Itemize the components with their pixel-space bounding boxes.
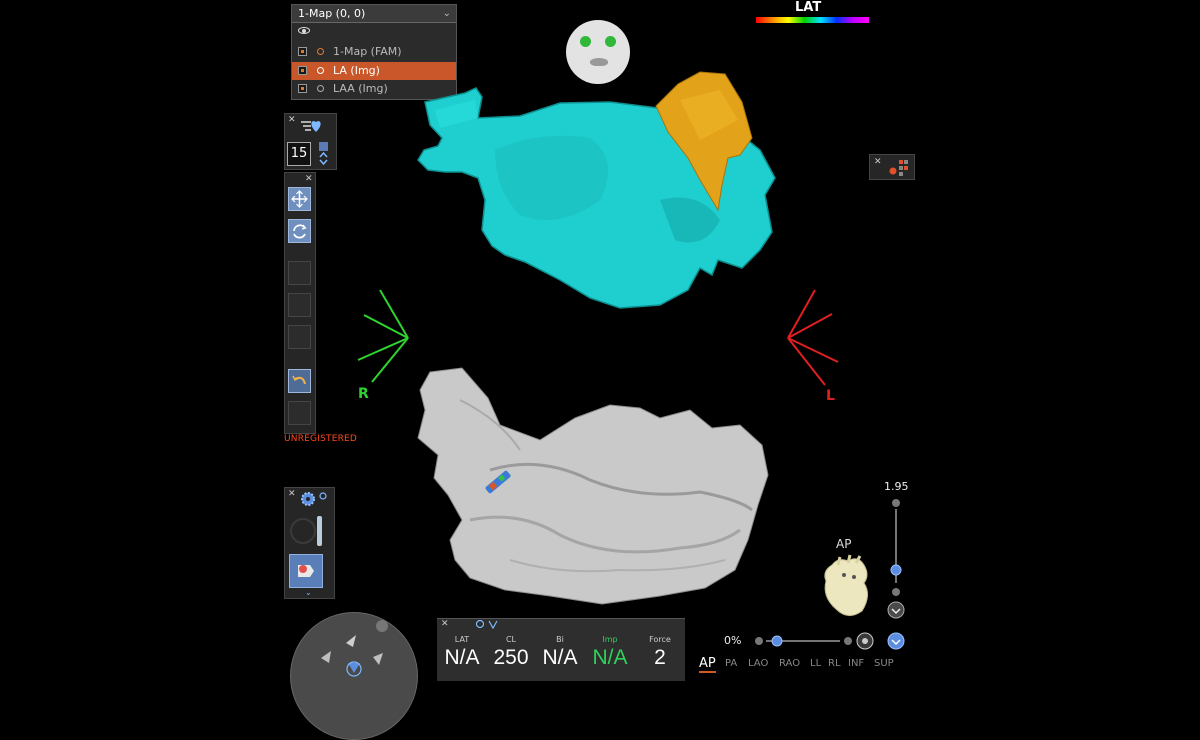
readout-bi: Bi N/A (535, 635, 585, 670)
tool-button-disabled[interactable] (288, 401, 311, 425)
readout-value: N/A (444, 646, 480, 669)
heart-filter-icon[interactable] (299, 118, 325, 136)
readout-force: Force 2 (635, 635, 685, 670)
zoom-slider[interactable] (886, 495, 908, 625)
close-icon[interactable]: ✕ (305, 174, 313, 184)
readout-label: LAT (454, 635, 470, 644)
move-icon (291, 190, 308, 208)
zoom-out-icon (892, 588, 900, 596)
view-tab-rl[interactable]: RL (828, 658, 841, 669)
readout-imp: Imp N/A (585, 635, 635, 670)
readout-value: 2 (654, 646, 666, 669)
undo-tool-button[interactable] (288, 369, 311, 393)
zoom-value: 1.95 (884, 480, 909, 493)
navigation-tools-panel: ✕ (284, 172, 316, 434)
grid-points-icon[interactable] (888, 157, 910, 177)
readout-value: 250 (493, 646, 529, 669)
view-tab-lao[interactable]: LAO (748, 658, 768, 669)
point-size-input[interactable]: 15 (287, 142, 311, 166)
zoom-percent: 0% (724, 634, 742, 647)
heart-orientation-icon[interactable] (818, 553, 878, 623)
readout-options-icon[interactable] (475, 619, 501, 631)
left-side-label: L (826, 388, 835, 404)
left-orientation-arrow (787, 289, 839, 386)
zoom-in-icon (892, 499, 900, 507)
rotate-icon (293, 224, 307, 239)
tool-button-disabled[interactable] (288, 261, 311, 285)
tool-button-disabled[interactable] (288, 325, 311, 349)
registration-status: UNREGISTERED (284, 434, 358, 444)
close-icon[interactable]: ✕ (441, 619, 449, 629)
pan-tool-button[interactable] (288, 187, 311, 211)
readout-value: N/A (592, 646, 628, 669)
settings-panel: ✕ ⌄ (284, 487, 335, 599)
view-tab-ap[interactable]: AP (699, 656, 716, 673)
current-view-label: AP (836, 537, 852, 551)
tag-points-button[interactable] (289, 554, 323, 588)
layout-panel: ✕ (869, 154, 915, 180)
close-icon[interactable]: ✕ (288, 489, 296, 499)
readout-label: Imp (602, 635, 618, 644)
navigation-wheel[interactable] (290, 612, 418, 740)
wheel-controls-icon (321, 620, 388, 677)
settings-slider[interactable] (317, 516, 322, 546)
horizontal-zoom-slider[interactable] (752, 630, 912, 654)
tag-icon (298, 565, 314, 577)
gear-icon[interactable] (299, 490, 329, 508)
undo-icon (292, 375, 306, 385)
readout-cl: CL 250 (486, 635, 536, 670)
record-icon[interactable] (290, 518, 316, 544)
readout-label: Force (649, 635, 671, 644)
zoom-slider-thumb (890, 564, 902, 576)
stepper-arrows-icon[interactable] (318, 142, 330, 166)
tool-button-disabled[interactable] (288, 293, 311, 317)
readout-lat: LAT N/A (437, 635, 487, 670)
view-tab-ll[interactable]: LL (810, 658, 821, 669)
readout-label: CL (505, 635, 517, 644)
catheter-readout-panel: ✕ LAT N/A CL 250 Bi N/A Imp N/A Force 2 (437, 618, 685, 681)
readout-label: Bi (556, 635, 564, 644)
display-settings-panel: ✕ 15 (284, 113, 337, 170)
view-tab-sup[interactable]: SUP (874, 658, 894, 669)
rotate-tool-button[interactable] (288, 219, 311, 243)
right-orientation-arrow (357, 289, 409, 383)
3d-viewport[interactable] (0, 0, 1200, 680)
view-tab-pa[interactable]: PA (725, 658, 737, 669)
view-tab-rao[interactable]: RAO (779, 658, 800, 669)
right-side-label: R (358, 386, 369, 402)
view-tab-inf[interactable]: INF (848, 658, 864, 669)
readout-value: N/A (542, 646, 578, 669)
reset-view-icon (887, 632, 905, 650)
chevron-down-icon[interactable]: ⌄ (305, 588, 312, 597)
gray-cardiac-model[interactable] (417, 367, 769, 605)
close-icon[interactable]: ✕ (288, 115, 296, 125)
close-icon[interactable]: ✕ (874, 157, 882, 167)
